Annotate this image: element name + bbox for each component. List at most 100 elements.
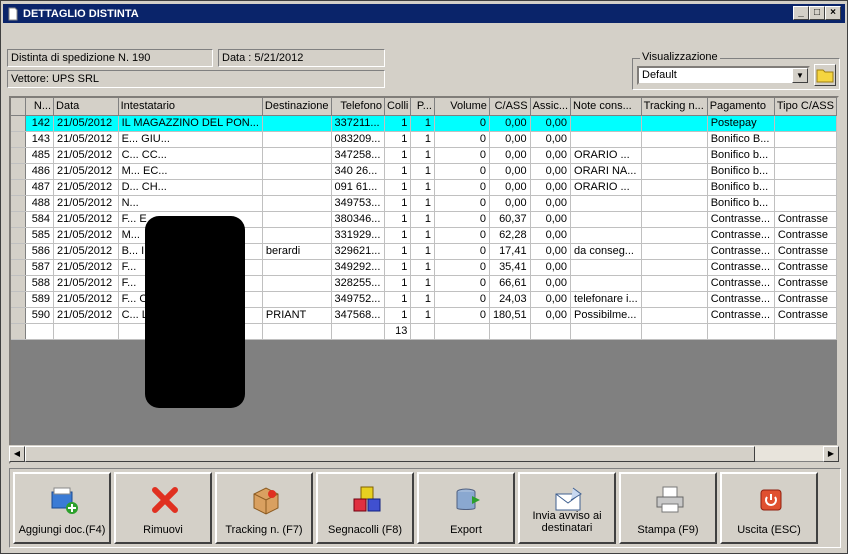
table-cell[interactable]: 1 [410,115,435,132]
table-cell[interactable]: Contrasse [774,243,837,260]
table-cell[interactable]: 0,00 [530,275,572,292]
table-cell[interactable]: 0 [434,243,490,260]
table-cell[interactable]: Bonifico b... [707,147,775,164]
table-cell[interactable]: ORARIO ... [570,179,642,196]
table-cell[interactable]: 091 61... [331,179,385,196]
table-row[interactable]: 486 21/05/2012 M... EC... 340 26... 1 1 0 0,00 0… [11,163,837,180]
table-cell[interactable]: 0 [434,147,490,164]
table-cell[interactable]: 0 [434,131,490,148]
table-cell[interactable]: 1 [410,243,435,260]
maximize-button[interactable]: □ [809,6,825,20]
table-cell[interactable]: 0,00 [530,163,572,180]
table-cell[interactable]: 1 [384,131,412,148]
folder-button[interactable] [814,64,836,86]
table-row[interactable]: 588 21/05/2012 F... 328255... 1 1 0 66,61 0,00 Co… [11,275,837,292]
column-header[interactable]: Telefono [331,98,385,116]
table-cell[interactable]: 1 [384,211,412,228]
table-cell[interactable] [570,211,642,228]
table-cell[interactable]: 0 [434,259,490,276]
table-cell[interactable] [262,275,332,292]
table-cell[interactable] [641,275,708,292]
table-cell[interactable]: 0 [434,211,490,228]
table-cell[interactable]: 0 [434,275,490,292]
table-cell[interactable] [262,115,332,132]
table-cell[interactable] [641,195,708,212]
table-cell[interactable]: 349292... [331,259,385,276]
table-cell[interactable]: 586 [25,243,55,260]
column-header[interactable]: Colli [384,98,412,116]
scroll-left-icon[interactable]: ◀ [9,446,25,462]
table-cell[interactable]: 21/05/2012 [53,307,119,324]
table-cell[interactable]: Bonifico b... [707,163,775,180]
table-cell[interactable]: 0,00 [530,307,572,324]
table-cell[interactable] [641,259,708,276]
table-cell[interactable]: 21/05/2012 [53,179,119,196]
table-cell[interactable] [262,195,332,212]
table-cell[interactable]: Contrasse... [707,275,775,292]
table-cell[interactable]: 21/05/2012 [53,243,119,260]
table-cell[interactable]: 0,00 [530,227,572,244]
print-button[interactable]: Stampa (F9) [619,472,717,544]
row-indicator[interactable] [11,179,26,196]
table-cell[interactable] [570,275,642,292]
row-indicator[interactable] [11,243,26,260]
table-cell[interactable]: Contrasse... [707,307,775,324]
table-cell[interactable]: 0 [434,307,490,324]
table-cell[interactable]: 0 [434,291,490,308]
table-cell[interactable] [641,211,708,228]
table-cell[interactable] [641,147,708,164]
table-cell[interactable]: Contrasse... [707,259,775,276]
table-cell[interactable]: Contrasse [774,275,837,292]
table-cell[interactable]: Contrasse [774,211,837,228]
table-cell[interactable]: 35,41 [489,259,531,276]
table-cell[interactable] [570,115,642,132]
table-cell[interactable]: 585 [25,227,55,244]
table-cell[interactable] [262,163,332,180]
table-cell[interactable]: berardi [262,243,332,260]
remove-button[interactable]: Rimuovi [114,472,212,544]
table-cell[interactable] [774,195,837,212]
row-indicator[interactable] [11,115,26,132]
row-indicator[interactable] [11,195,26,212]
table-cell[interactable] [262,131,332,148]
minimize-button[interactable]: _ [793,6,809,20]
table-cell[interactable]: 66,61 [489,275,531,292]
table-cell[interactable] [774,147,837,164]
table-cell[interactable]: 0 [434,195,490,212]
table-cell[interactable]: 1 [384,115,412,132]
table-cell[interactable]: telefonare i... [570,291,642,308]
table-cell[interactable]: 584 [25,211,55,228]
column-header[interactable]: Pagamento [707,98,775,116]
table-cell[interactable]: 0 [434,179,490,196]
table-cell[interactable]: 21/05/2012 [53,195,119,212]
table-cell[interactable]: Contrasse... [707,243,775,260]
table-cell[interactable]: 0,00 [489,179,531,196]
table-row[interactable]: 143 21/05/2012 E... GIU... 083209... 1 1 0 0,00… [11,131,837,148]
row-indicator[interactable] [11,275,26,292]
table-cell[interactable]: 0,00 [530,291,572,308]
add-document-button[interactable]: Aggiungi doc.(F4) [13,472,111,544]
table-row[interactable]: 142 21/05/2012 IL MAGAZZINO DEL PON... 3372… [11,115,837,132]
table-cell[interactable]: 21/05/2012 [53,147,119,164]
table-row[interactable]: 587 21/05/2012 F... 349292... 1 1 0 35,41 0,00 Co… [11,259,837,276]
table-cell[interactable]: 0,00 [530,115,572,132]
table-cell[interactable]: 1 [410,131,435,148]
row-indicator[interactable] [11,307,26,324]
table-cell[interactable] [262,147,332,164]
table-cell[interactable]: Bonifico b... [707,179,775,196]
scroll-right-icon[interactable]: ▶ [823,446,839,462]
table-cell[interactable]: 0,00 [489,131,531,148]
column-header[interactable]: Intestatario [118,98,263,116]
table-cell[interactable]: Bonifico B... [707,131,775,148]
table-cell[interactable] [641,291,708,308]
horizontal-scrollbar[interactable]: ◀ ▶ [9,445,839,462]
table-cell[interactable] [262,291,332,308]
column-header[interactable]: Tipo C/ASS [774,98,837,116]
chevron-down-icon[interactable]: ▼ [792,68,808,83]
shipments-grid[interactable]: N... Data Intestatario Destinazione Telefono… [9,96,839,464]
table-cell[interactable]: 143 [25,131,55,148]
table-cell[interactable]: 21/05/2012 [53,211,119,228]
table-cell[interactable]: 1 [410,307,435,324]
column-header[interactable]: N... [25,98,55,116]
table-cell[interactable]: Contrasse [774,227,837,244]
